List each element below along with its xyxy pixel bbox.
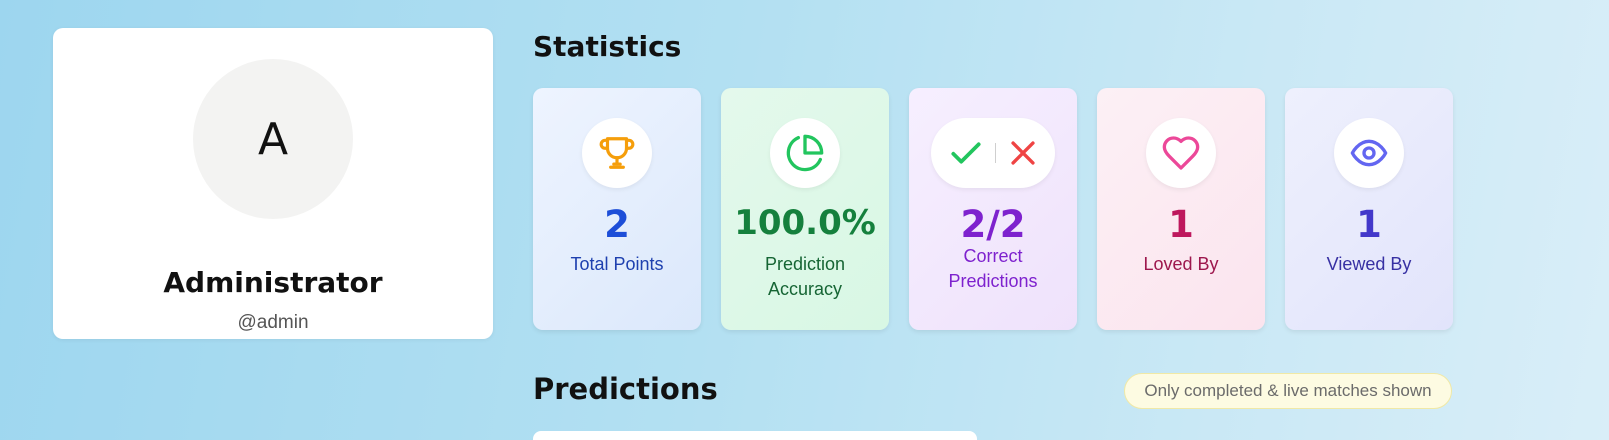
check-cross-icon bbox=[931, 118, 1055, 188]
viewed-by-label: Viewed By bbox=[1326, 254, 1412, 274]
matches-notice-badge: Only completed & live matches shown bbox=[1124, 373, 1452, 409]
correct-predictions-label: Correct Predictions bbox=[948, 246, 1038, 291]
stat-card-loved-by: 1 Loved By bbox=[1097, 88, 1265, 330]
total-points-label: Total Points bbox=[570, 254, 664, 274]
check-icon bbox=[950, 142, 981, 164]
stat-card-prediction-accuracy: 100.0% Prediction Accuracy bbox=[721, 88, 889, 330]
loved-by-value: 1 bbox=[1168, 203, 1194, 246]
prediction-accuracy-value: 100.0% bbox=[734, 203, 876, 243]
total-points-value: 2 bbox=[604, 203, 630, 246]
profile-card: A Administrator @admin bbox=[53, 28, 493, 339]
prediction-accuracy-label: Prediction Accuracy bbox=[764, 254, 846, 299]
loved-by-label: Loved By bbox=[1143, 254, 1219, 274]
pie-chart-icon bbox=[770, 118, 840, 188]
separator bbox=[994, 143, 996, 163]
eye-icon bbox=[1334, 118, 1404, 188]
stat-card-viewed-by: 1 Viewed By bbox=[1285, 88, 1453, 330]
trophy-icon bbox=[582, 118, 652, 188]
cross-icon bbox=[1010, 141, 1035, 165]
profile-name: Administrator bbox=[163, 266, 383, 299]
avatar: A bbox=[193, 59, 353, 219]
viewed-by-value: 1 bbox=[1356, 203, 1382, 246]
heart-icon bbox=[1146, 118, 1216, 188]
stat-card-correct-predictions: 2/2 Correct Predictions bbox=[909, 88, 1077, 330]
statistics-title: Statistics bbox=[533, 30, 682, 63]
stat-card-total-points: 2 Total Points bbox=[533, 88, 701, 330]
correct-predictions-value: 2/2 bbox=[960, 203, 1026, 246]
profile-handle: @admin bbox=[237, 312, 309, 333]
prediction-card bbox=[533, 431, 977, 440]
predictions-title: Predictions bbox=[533, 372, 718, 406]
